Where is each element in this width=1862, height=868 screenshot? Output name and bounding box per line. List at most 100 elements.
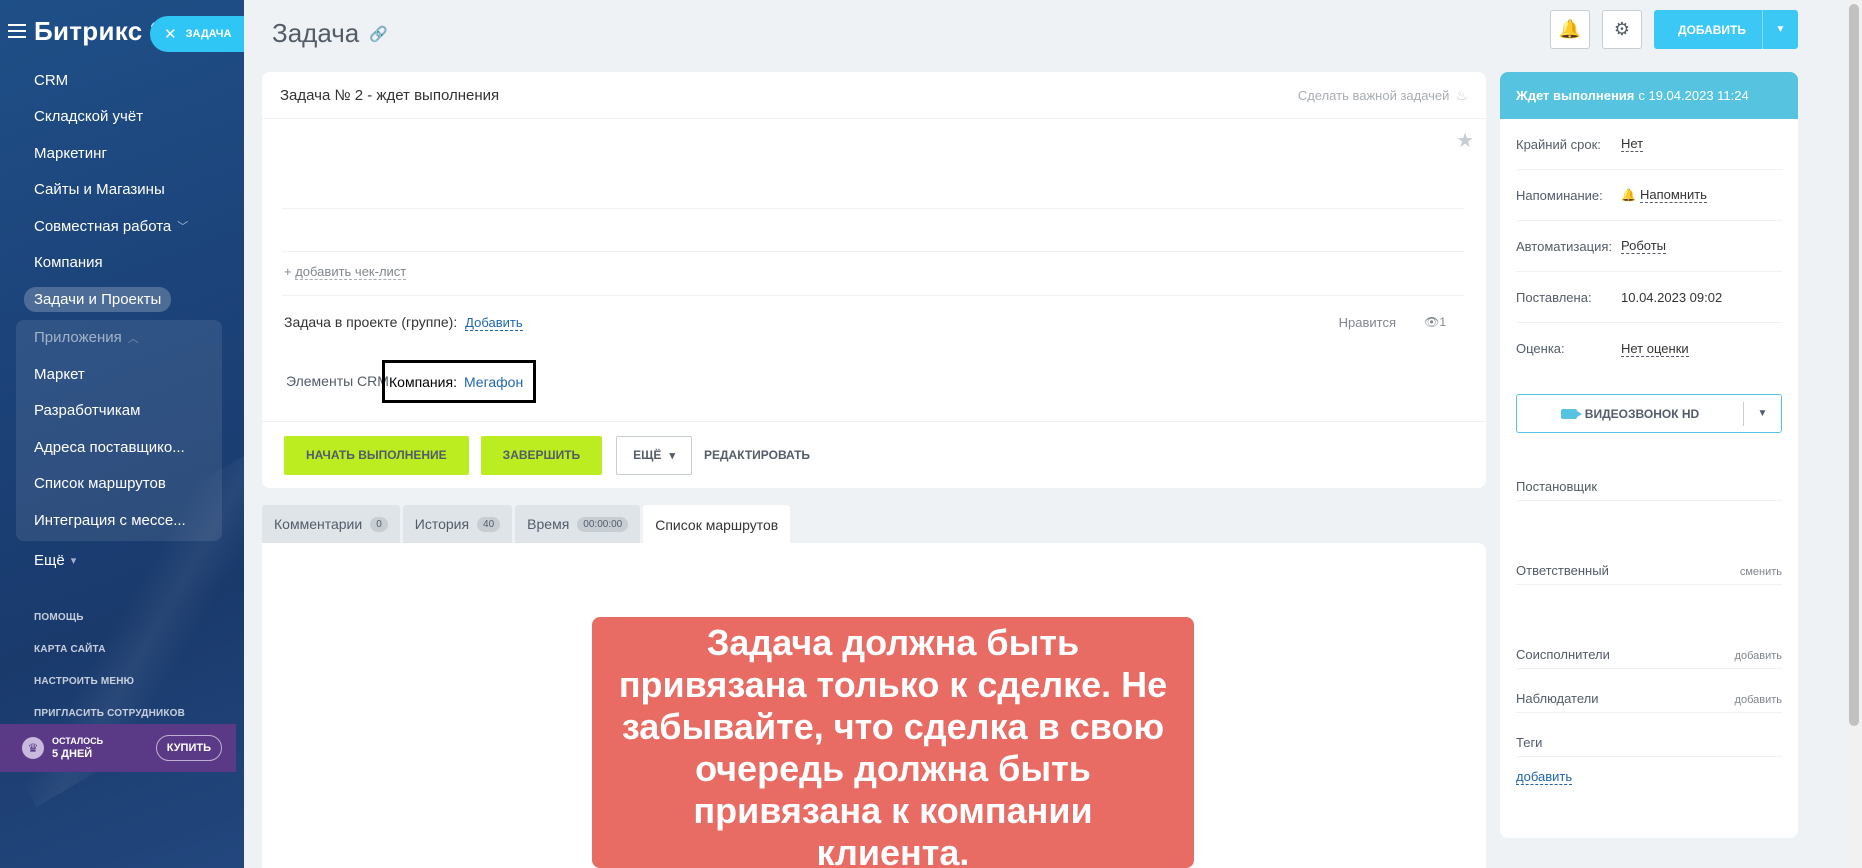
brand-name[interactable]: Битрикс 2 bbox=[34, 16, 165, 47]
task-project: Задача в проекте (группе): Добавить bbox=[284, 314, 523, 331]
trial-banner: ♛ ОСТАЛОСЬ 5 ДНЕЙ КУПИТЬ bbox=[0, 724, 236, 772]
buy-button[interactable]: КУПИТЬ bbox=[155, 735, 222, 761]
notifications-button[interactable]: 🔔 bbox=[1550, 10, 1590, 49]
sidebar-item-tasks[interactable]: Задачи и Проекты bbox=[0, 281, 244, 318]
left-sidebar: Битрикс 2 ✕ ЗАДАЧА CRM Складской учёт Ма… bbox=[0, 0, 244, 868]
settings-button[interactable]: ⚙ bbox=[1602, 10, 1642, 49]
sidebar-item-market[interactable]: Маркет bbox=[16, 356, 222, 393]
sidebar-item-label: Маркет bbox=[34, 365, 85, 383]
sidebar-item-more[interactable]: Ещё ▾ bbox=[0, 543, 244, 580]
trial-remaining: ОСТАЛОСЬ 5 ДНЕЙ bbox=[52, 735, 103, 761]
crown-icon: ♛ bbox=[22, 737, 44, 759]
views-count: 1 bbox=[1439, 315, 1446, 329]
tab-count: 40 bbox=[477, 516, 501, 532]
brand: Битрикс 2 bbox=[8, 16, 165, 46]
sidebar-item-label: Адреса поставщико... bbox=[34, 438, 185, 456]
sidebar-item-routes[interactable]: Список маршрутов bbox=[16, 466, 222, 503]
responsible-label: Ответственный bbox=[1516, 563, 1609, 578]
robots-link[interactable]: Роботы bbox=[1621, 238, 1667, 254]
scrollbar-thumb[interactable] bbox=[1849, 4, 1859, 726]
tags-section: Теги bbox=[1516, 735, 1782, 757]
chevron-down-icon[interactable]: ▼ bbox=[1762, 10, 1798, 49]
video-call-button[interactable]: ВИДЕОЗВОНОК HD ▼ bbox=[1516, 394, 1782, 433]
crm-company-link[interactable]: Мегафон bbox=[464, 374, 523, 390]
sidebar-apps-header[interactable]: Приложения ︿ bbox=[16, 320, 222, 357]
tab-routes[interactable]: Список маршрутов bbox=[643, 505, 791, 544]
deadline-value[interactable]: Нет bbox=[1621, 136, 1644, 152]
sidebar-item-label: Маркетинг bbox=[34, 144, 107, 162]
tab-label: Время bbox=[527, 516, 570, 532]
project-label: Задача в проекте (группе): bbox=[284, 314, 458, 330]
tab-panel: Задача должна быть привязана только к сд… bbox=[262, 543, 1486, 868]
divider bbox=[282, 295, 1464, 296]
tab-comments[interactable]: Комментарии 0 bbox=[262, 505, 400, 543]
tab-label: Список маршрутов bbox=[655, 516, 779, 533]
add-button[interactable]: ДОБАВИТЬ ▼ bbox=[1654, 10, 1798, 49]
rating-value[interactable]: Нет оценки bbox=[1621, 341, 1689, 357]
add-observer-link[interactable]: добавить bbox=[1735, 694, 1782, 706]
add-coexecutor-link[interactable]: добавить bbox=[1735, 650, 1782, 662]
like-button[interactable]: Нравится bbox=[1339, 315, 1396, 330]
task-chip-label: ЗАДАЧА bbox=[185, 28, 232, 40]
sidebar-item-label: Совместная работа bbox=[34, 217, 172, 235]
crm-company-box: Компания: Мегафон bbox=[382, 360, 536, 403]
sidebar-item-label: Приложения bbox=[34, 329, 122, 347]
observers-label: Наблюдатели bbox=[1516, 691, 1599, 706]
help-link[interactable]: ПОМОЩЬ bbox=[34, 602, 185, 634]
sitemap-link[interactable]: КАРТА САЙТА bbox=[34, 634, 185, 666]
row-key: Поставлена: bbox=[1516, 289, 1592, 305]
add-tag-link[interactable]: добавить bbox=[1516, 769, 1573, 785]
gear-icon: ⚙ bbox=[1613, 19, 1631, 39]
video-call-label: ВИДЕОЗВОНОК HD bbox=[1584, 406, 1700, 421]
created-row: Поставлена: 10.04.2023 09:02 bbox=[1516, 272, 1782, 323]
add-checklist-label: добавить чек-лист bbox=[295, 264, 407, 280]
sidebar-item-label: Складской учёт bbox=[34, 108, 144, 126]
star-icon[interactable]: ★ bbox=[1456, 128, 1474, 153]
tab-label: История bbox=[414, 516, 470, 532]
sidebar-item-crm[interactable]: CRM bbox=[0, 62, 244, 99]
more-button[interactable]: ЕЩЁ ▾ bbox=[616, 435, 692, 475]
sidebar-item-label: CRM bbox=[34, 71, 69, 89]
tab-history[interactable]: История 40 bbox=[402, 505, 513, 543]
reminder-link[interactable]: Напомнить bbox=[1639, 187, 1707, 203]
divider bbox=[282, 208, 1464, 209]
chevron-down-icon[interactable]: ▼ bbox=[1743, 401, 1781, 426]
edit-button[interactable]: РЕДАКТИРОВАТЬ bbox=[704, 448, 810, 462]
sidebar-item-company[interactable]: Компания bbox=[0, 245, 244, 282]
sidebar-item-warehouse[interactable]: Складской учёт bbox=[0, 99, 244, 136]
tab-time[interactable]: Время 00:00:00 bbox=[515, 505, 641, 543]
configure-menu-link[interactable]: НАСТРОИТЬ МЕНЮ bbox=[34, 666, 185, 698]
deadline-row: Крайний срок: Нет bbox=[1516, 119, 1782, 170]
task-title: Задача № 2 - ждет выполнения bbox=[280, 86, 500, 104]
coexecutors-section: Соисполнители добавить bbox=[1516, 647, 1782, 669]
bell-icon: 🔔 bbox=[1558, 19, 1582, 39]
close-task-slider-button[interactable]: ✕ ЗАДАЧА bbox=[150, 16, 244, 52]
sidebar-item-developers[interactable]: Разработчикам bbox=[16, 393, 222, 430]
chevron-down-icon: ﹀ bbox=[177, 221, 189, 234]
status-label: Ждет выполнения bbox=[1516, 88, 1635, 103]
make-important-link[interactable]: Сделать важной задачей ♨ bbox=[1298, 87, 1468, 104]
more-button-label: ЕЩЁ bbox=[633, 448, 662, 462]
task-tabs: Комментарии 0 История 40 Время 00:00:00 Спи… bbox=[262, 505, 791, 544]
sidebar-item-messenger-integration[interactable]: Интеграция с мессе... bbox=[16, 502, 222, 539]
sidebar-item-supplier-addresses[interactable]: Адреса поставщико... bbox=[16, 429, 222, 466]
change-responsible-link[interactable]: сменить bbox=[1740, 566, 1782, 578]
warning-banner: Задача должна быть привязана только к сд… bbox=[592, 617, 1194, 868]
status-header: Ждет выполнения с 19.04.2023 11:24 bbox=[1500, 72, 1798, 119]
eye-icon: 👁 bbox=[1424, 315, 1440, 329]
sidebar-item-marketing[interactable]: Маркетинг bbox=[0, 135, 244, 172]
make-important-label: Сделать важной задачей bbox=[1297, 87, 1450, 103]
observers-section: Наблюдатели добавить bbox=[1516, 691, 1782, 713]
responsible-section: Ответственный сменить bbox=[1516, 563, 1782, 585]
sidebar-item-collaboration[interactable]: Совместная работа ﹀ bbox=[0, 208, 244, 245]
start-button[interactable]: НАЧАТЬ ВЫПОЛНЕНИЕ bbox=[284, 435, 469, 475]
add-checklist-link[interactable]: + добавить чек-лист bbox=[284, 264, 407, 280]
task-actions: НАЧАТЬ ВЫПОЛНЕНИЕ ЗАВЕРШИТЬ ЕЩЁ ▾ РЕДАКТИ… bbox=[262, 421, 1486, 488]
finish-button[interactable]: ЗАВЕРШИТЬ bbox=[480, 435, 603, 475]
sidebar-nav: CRM Складской учёт Маркетинг Сайты и Маг… bbox=[0, 62, 244, 579]
sidebar-item-sites[interactable]: Сайты и Магазины bbox=[0, 172, 244, 209]
scrollbar[interactable] bbox=[1846, 0, 1862, 868]
link-icon[interactable]: 🔗 bbox=[369, 25, 388, 43]
menu-icon[interactable] bbox=[8, 24, 26, 38]
project-add-link[interactable]: Добавить bbox=[465, 315, 523, 331]
